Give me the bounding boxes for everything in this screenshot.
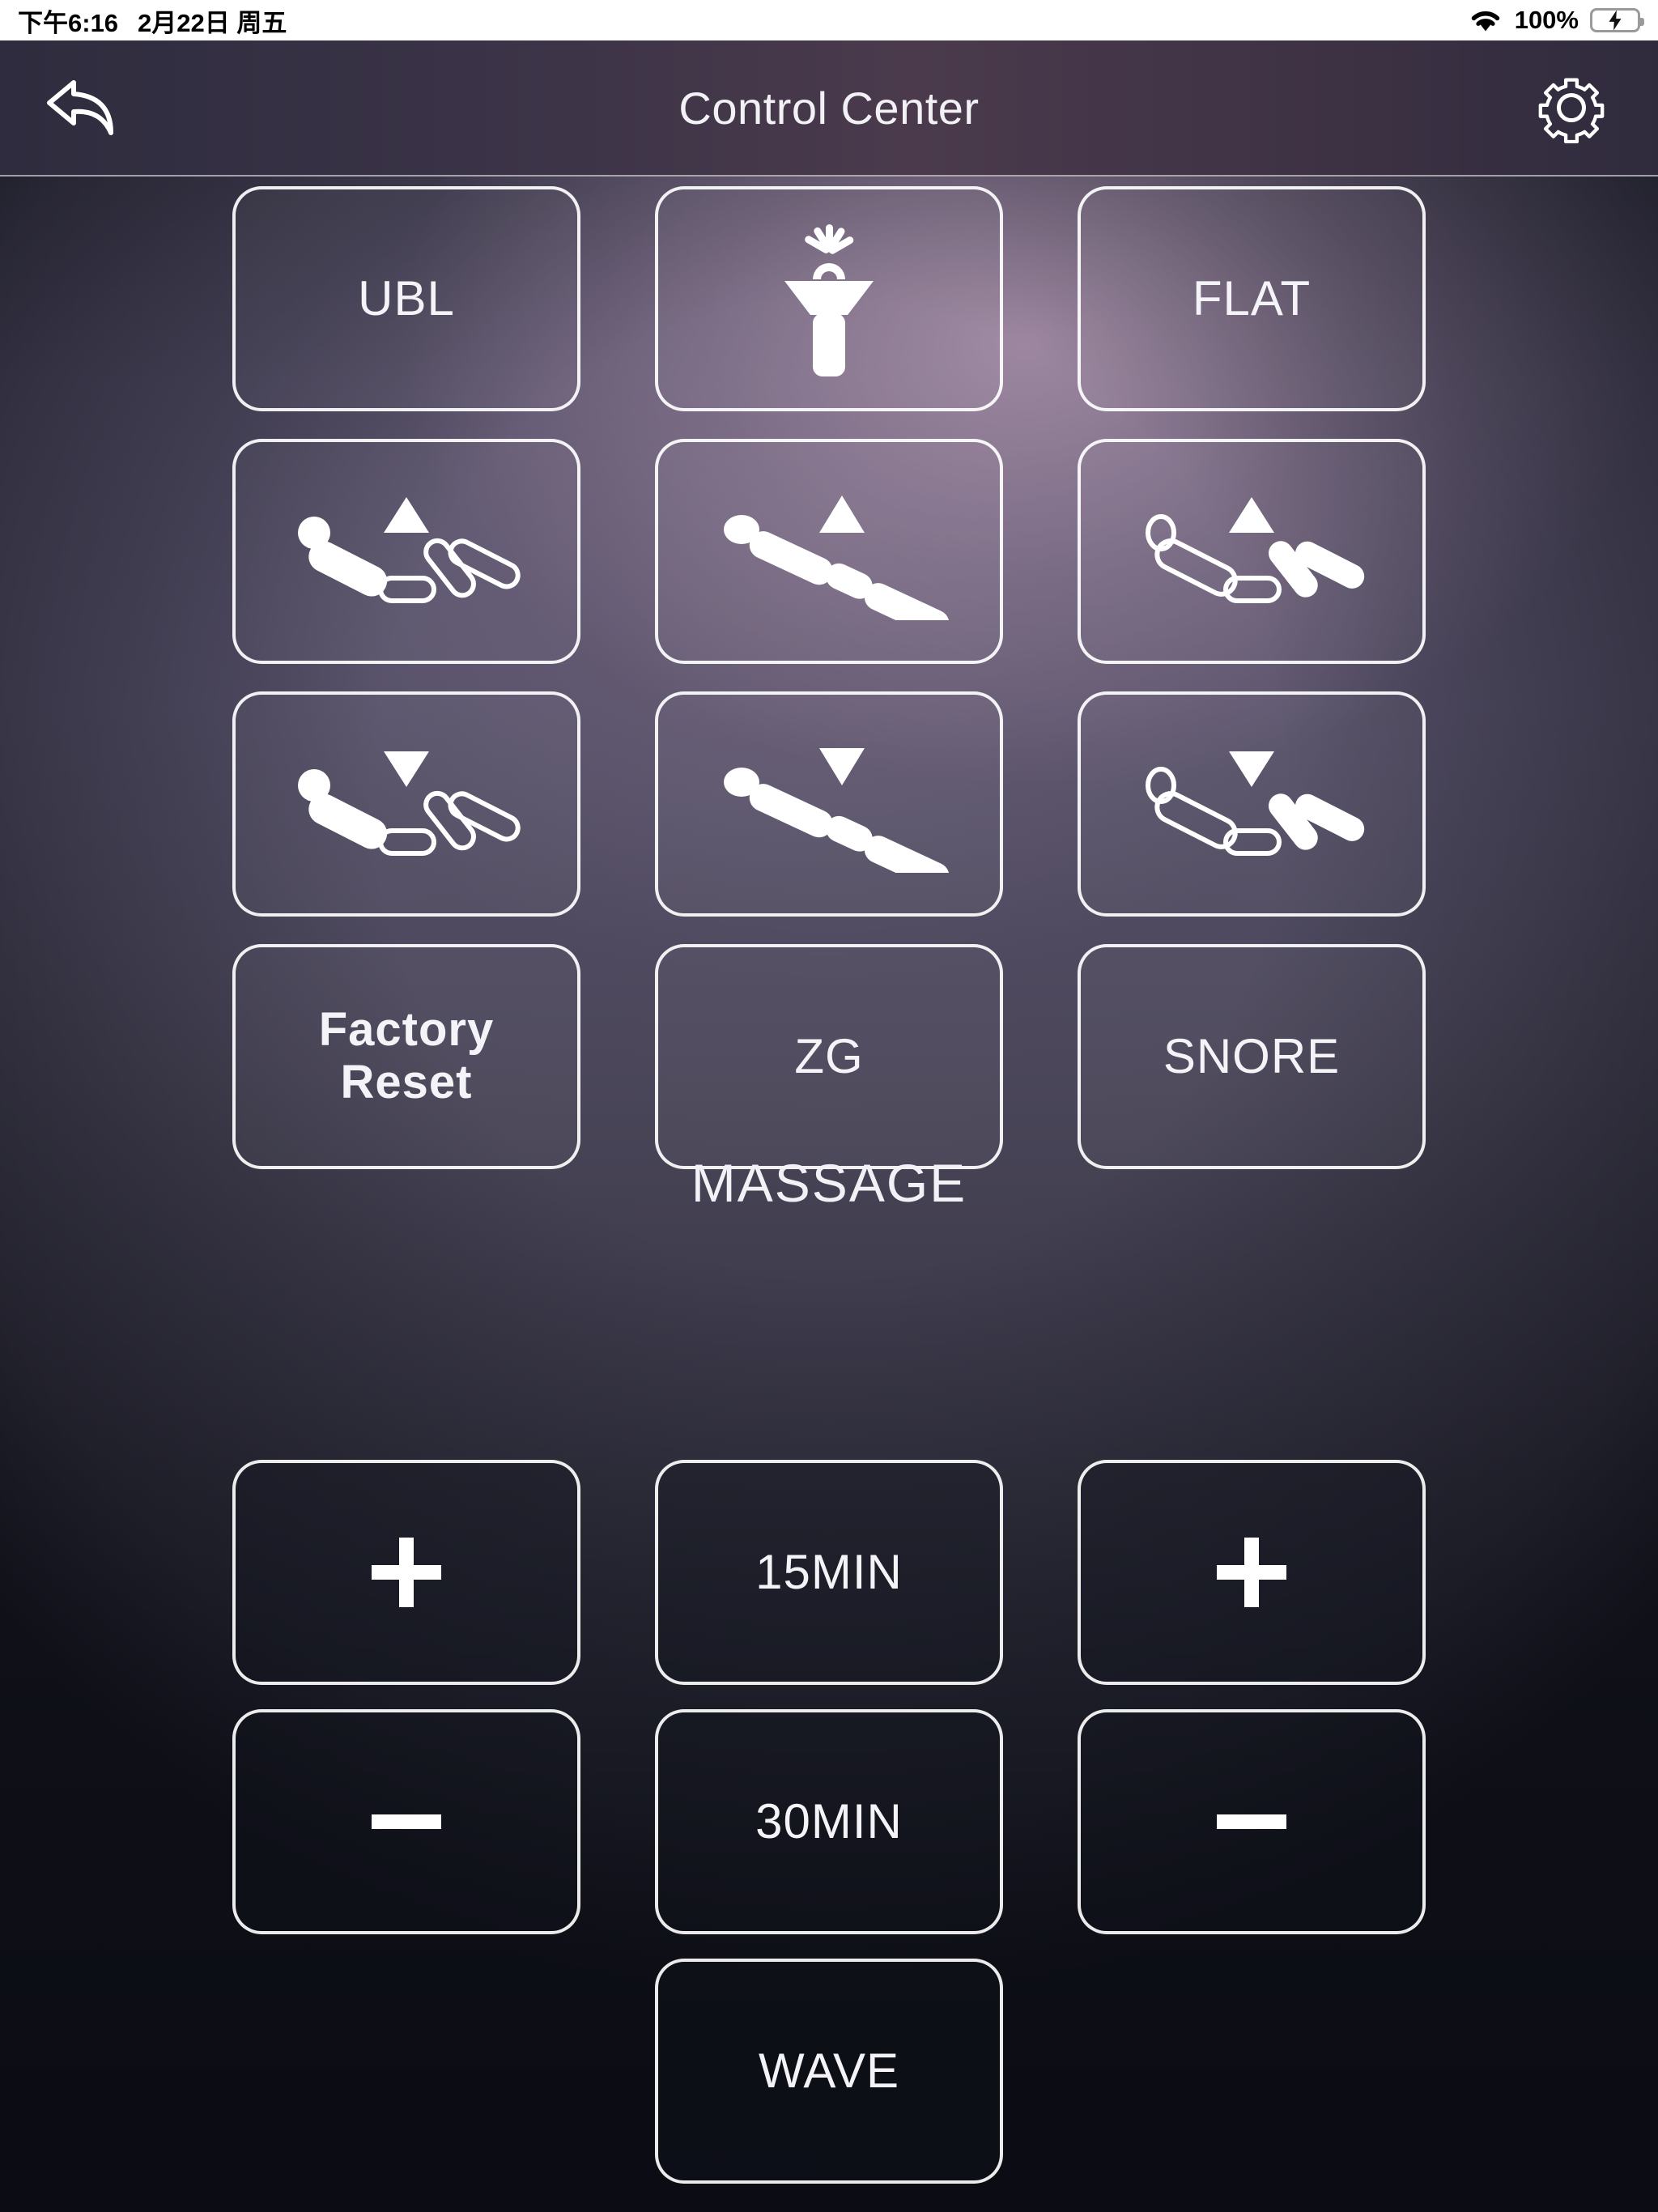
plus-icon bbox=[1207, 1528, 1296, 1617]
foot-massage-increase-button[interactable] bbox=[1078, 1460, 1426, 1685]
status-time: 下午6:16 bbox=[18, 8, 119, 37]
plus-icon bbox=[362, 1528, 451, 1617]
control-button-foot-down[interactable] bbox=[1078, 691, 1426, 917]
control-button-label: FLAT bbox=[1192, 271, 1312, 326]
control-button-factory-reset[interactable]: Factory Reset bbox=[232, 944, 580, 1169]
massage-section-heading: MASSAGE bbox=[691, 1153, 967, 1213]
control-button-label: Factory Reset bbox=[318, 1003, 495, 1108]
bed-foot-up-icon bbox=[1130, 483, 1373, 620]
massage-timer-15min-button[interactable]: 15MIN bbox=[655, 1460, 1003, 1685]
wifi-icon bbox=[1468, 6, 1503, 34]
status-date: 2月22日 周五 bbox=[138, 8, 287, 37]
bed-foot-down-icon bbox=[1130, 735, 1373, 873]
control-button-head-up[interactable] bbox=[232, 439, 580, 664]
bed-head-down-icon bbox=[285, 735, 528, 873]
massage-button-grid: 15MIN 30MIN WAVE bbox=[0, 1460, 1658, 2184]
control-button-head-down[interactable] bbox=[232, 691, 580, 917]
control-button-flat[interactable]: FLAT bbox=[1078, 186, 1426, 411]
status-bar-left: 下午6:16 2月22日 周五 bbox=[18, 2, 287, 39]
status-bar-right: 100% bbox=[1468, 6, 1644, 35]
status-bar: 下午6:16 2月22日 周五 100% bbox=[0, 0, 1658, 40]
control-button-zg[interactable]: ZG bbox=[655, 944, 1003, 1169]
head-massage-decrease-button[interactable] bbox=[232, 1709, 580, 1934]
control-button-label: ZG bbox=[794, 1029, 864, 1084]
control-button-foot-up[interactable] bbox=[1078, 439, 1426, 664]
control-button-grid: UBL FLAT Factory Reset ZG SNORE bbox=[0, 186, 1658, 1169]
control-button-label: SNORE bbox=[1163, 1029, 1341, 1084]
massage-button-label: WAVE bbox=[758, 2044, 899, 2099]
control-button-bed-down[interactable] bbox=[655, 691, 1003, 917]
gear-icon[interactable] bbox=[1527, 63, 1616, 152]
control-button-flashlight[interactable] bbox=[655, 186, 1003, 411]
control-button-label: UBL bbox=[358, 271, 455, 326]
battery-percent: 100% bbox=[1514, 6, 1579, 34]
control-button-ubl[interactable]: UBL bbox=[232, 186, 580, 411]
massage-mode-wave-button[interactable]: WAVE bbox=[655, 1959, 1003, 2184]
control-button-snore[interactable]: SNORE bbox=[1078, 944, 1426, 1169]
control-center-content: UBL FLAT Factory Reset ZG SNORE MASSAGE … bbox=[0, 177, 1658, 2212]
head-massage-increase-button[interactable] bbox=[232, 1460, 580, 1685]
page-title: Control Center bbox=[678, 82, 980, 134]
bed-tilt-down-icon bbox=[708, 735, 950, 873]
control-button-bed-up[interactable] bbox=[655, 439, 1003, 664]
minus-icon bbox=[362, 1777, 451, 1866]
minus-icon bbox=[1207, 1777, 1296, 1866]
bed-tilt-up-icon bbox=[708, 483, 950, 620]
flashlight-icon bbox=[752, 218, 906, 380]
massage-button-label: 15MIN bbox=[755, 1545, 903, 1600]
foot-massage-decrease-button[interactable] bbox=[1078, 1709, 1426, 1934]
massage-button-label: 30MIN bbox=[755, 1794, 903, 1849]
battery-charging-icon bbox=[1590, 8, 1644, 32]
bed-head-up-icon bbox=[285, 483, 528, 620]
massage-timer-30min-button[interactable]: 30MIN bbox=[655, 1709, 1003, 1934]
navigation-bar: Control Center bbox=[0, 40, 1658, 177]
